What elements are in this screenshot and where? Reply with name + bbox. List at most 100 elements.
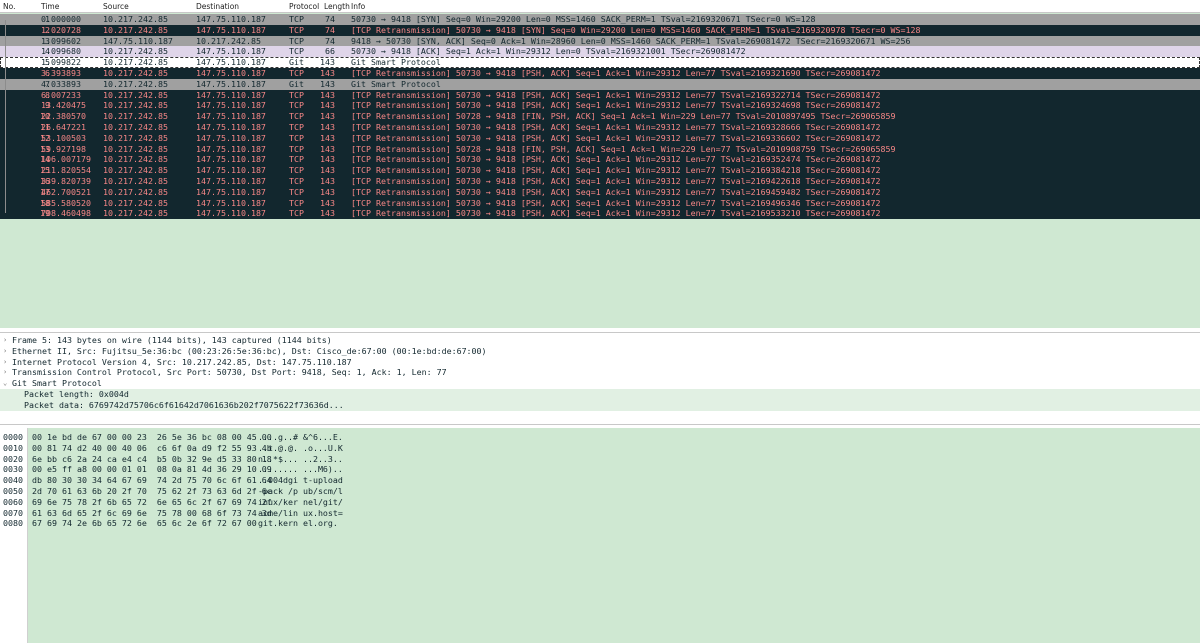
packet-row[interactable]: 7 4.033893 10.217.242.85 147.75.110.187 Git 1… [0,78,1200,90]
packet-row[interactable]: 5 1.099822 10.217.242.85 147.75.110.187 Git 1… [0,57,1200,68]
packet-row[interactable]: 6 3.393893 10.217.242.85 147.75.110.187 TCP 1… [0,67,1200,79]
conversation-bracket-line [5,20,6,213]
packet-details-pane[interactable]: › Frame 5: 143 bytes on wire (1144 bits),… [0,332,1200,425]
packet-time: 4.033893 [41,78,81,89]
packet-time: 1.099822 [41,57,81,68]
bytes-ascii[interactable]: n..*$... ..2..3.. [258,454,343,465]
bytes-offset[interactable]: 0050 [3,486,23,497]
packet-destination: 147.75.110.187 [196,186,266,197]
packet-protocol: TCP [289,35,304,46]
tree-expanded-icon[interactable]: ⌄ [3,378,7,389]
packet-row[interactable]: 11 26.647221 10.217.242.85 147.75.110.187 TC… [0,121,1200,133]
detail-field[interactable]: Packet data: 6769742d75706c6f61642d70616… [0,399,1200,411]
packet-source: 10.217.242.85 [103,78,168,89]
bytes-ascii[interactable]: inux/ker nel/git/ [258,497,343,508]
detail-text: Frame 5: 143 bytes on wire (1144 bits), … [12,335,332,345]
column-header-source[interactable]: Source [103,2,129,11]
detail-text: Git Smart Protocol [12,378,102,389]
detail-tree-item[interactable]: › Transmission Control Protocol, Src Port… [0,367,1200,378]
bytes-hex[interactable]: 67 69 74 2e 6b 65 72 6e 65 6c 2e 6f 72 6… [32,518,257,529]
bytes-ascii[interactable]: ..t.@.@. .o...U.K [258,443,343,454]
packet-row[interactable]: 10 22.380570 10.217.242.85 147.75.110.187 TC… [0,111,1200,122]
packet-protocol: TCP [289,14,304,24]
packet-destination: 147.75.110.187 [196,57,266,68]
packet-row[interactable]: 19 708.460498 10.217.242.85 147.75.110.187 T… [0,208,1200,220]
bytes-ascii[interactable]: ........ ...M6).. [258,464,343,475]
packet-time: 3.393893 [41,67,81,78]
packet-row[interactable]: 18 585.580520 10.217.242.85 147.75.110.187 T… [0,197,1200,209]
packet-destination: 147.75.110.187 [196,165,266,176]
bytes-offset[interactable]: 0060 [3,497,23,508]
column-header-protocol[interactable]: Protocol [289,2,319,11]
packet-row[interactable]: 2 1.020728 10.217.242.85 147.75.110.187 TCP 7… [0,24,1200,36]
packet-row[interactable]: 13 59.927198 10.217.242.85 147.75.110.187 TC… [0,143,1200,155]
packet-info: [TCP Retransmission] 50728 → 9418 [FIN, … [351,143,896,154]
bytes-ascii[interactable]: ....g..# &^6...E. [258,432,343,443]
detail-field[interactable]: Packet length: 0x004d [0,389,1200,400]
packet-row[interactable]: 9 13.420475 10.217.242.85 147.75.110.187 TCP… [0,100,1200,112]
packet-length: 66 [325,46,335,57]
tree-collapsed-icon[interactable]: › [3,367,7,378]
bytes-hex[interactable]: 61 63 6d 65 2f 6c 69 6e 75 78 00 68 6f 7… [32,508,272,519]
detail-tree-item[interactable]: › Internet Protocol Version 4, Src: 10.21… [0,357,1200,368]
packet-info: [TCP Retransmission] 50730 → 9418 [PSH, … [351,154,881,165]
column-header-time[interactable]: Time [41,2,59,11]
detail-tree-item[interactable]: › Frame 5: 143 bytes on wire (1144 bits),… [0,335,1200,346]
detail-tree-item[interactable]: › Ethernet II, Src: Fujitsu_5e:36:bc (00:… [0,346,1200,357]
packet-info: [TCP Retransmission] 50730 → 9418 [PSH, … [351,197,881,208]
packet-row[interactable]: 14 106.007179 10.217.242.85 147.75.110.187 T… [0,154,1200,166]
packet-length: 143 [320,132,335,143]
bytes-offset[interactable]: 0030 [3,464,23,475]
bytes-hex[interactable]: db 80 30 30 34 64 67 69 74 2d 75 70 6c 6… [32,475,272,486]
column-header-info[interactable]: Info [351,2,365,11]
column-header-destination[interactable]: Destination [196,2,239,11]
packet-row[interactable]: 4 1.099680 10.217.242.85 147.75.110.187 TCP 6… [0,46,1200,58]
bytes-hex[interactable]: 6e bb c6 2a 24 ca e4 c4 b5 0b 32 9e d5 3… [32,454,272,465]
packet-row[interactable]: 8 6.007233 10.217.242.85 147.75.110.187 TCP 1… [0,89,1200,101]
packet-row[interactable]: 1 0.000000 10.217.242.85 147.75.110.187 TCP 7… [0,14,1200,25]
packet-time: 0.000000 [41,14,81,24]
bytes-hex[interactable]: 00 e5 ff a8 00 00 01 01 08 0a 81 4d 36 2… [32,464,272,475]
bytes-offset[interactable]: 0080 [3,518,23,529]
packet-destination: 147.75.110.187 [196,208,266,219]
bytes-hex[interactable]: 69 6e 75 78 2f 6b 65 72 6e 65 6c 2f 67 6… [32,497,272,508]
packet-protocol: TCP [289,143,304,154]
bytes-hex[interactable]: 00 1e bd de 67 00 00 23 26 5e 36 bc 08 0… [32,432,272,443]
detail-text: Transmission Control Protocol, Src Port:… [12,367,447,378]
column-header-no[interactable]: No. [3,2,15,11]
packet-row[interactable]: 3 1.099602 147.75.110.187 10.217.242.85 TCP 7… [0,35,1200,47]
packet-row[interactable]: 16 339.820739 10.217.242.85 147.75.110.187 T… [0,175,1200,187]
packet-length: 143 [320,100,335,111]
packet-length: 143 [320,208,335,219]
packet-length: 143 [320,197,335,208]
packet-bytes-pane[interactable]: 0000 00 1e bd de 67 00 00 23 26 5e 36 bc … [0,428,1200,643]
bytes-ascii[interactable]: git.kern el.org. [258,518,338,529]
packet-length: 143 [320,175,335,186]
tree-collapsed-icon[interactable]: › [3,357,7,368]
tree-collapsed-icon[interactable]: › [3,335,7,346]
packet-row[interactable]: 17 462.700521 10.217.242.85 147.75.110.187 T… [0,186,1200,198]
packet-info: [TCP Retransmission] 50730 → 9418 [PSH, … [351,100,881,111]
packet-list-pane[interactable]: No. Time Source Destination Protocol Len… [0,0,1200,328]
bytes-offset[interactable]: 0070 [3,508,23,519]
detail-tree-item[interactable]: ⌄ Git Smart Protocol [0,378,1200,389]
packet-source: 10.217.242.85 [103,111,168,122]
packet-destination: 147.75.110.187 [196,78,266,89]
bytes-ascii[interactable]: -pack /p ub/scm/l [258,486,343,497]
bytes-offset[interactable]: 0010 [3,443,23,454]
bytes-offset[interactable]: 0040 [3,475,23,486]
bytes-hex[interactable]: 2d 70 61 63 6b 20 2f 70 75 62 2f 73 63 6… [32,486,272,497]
bytes-offset[interactable]: 0020 [3,454,23,465]
packet-source: 10.217.242.85 [103,197,168,208]
packet-info: [TCP Retransmission] 50730 → 9418 [SYN] … [351,24,921,35]
packet-row[interactable]: 12 53.100503 10.217.242.85 147.75.110.187 TC… [0,132,1200,144]
bytes-hex[interactable]: 00 81 74 d2 40 00 40 06 c6 6f 0a d9 f2 5… [32,443,272,454]
column-header-length[interactable]: Length [324,2,350,11]
packet-protocol: TCP [289,121,304,132]
bytes-offset[interactable]: 0000 [3,432,23,443]
tree-collapsed-icon[interactable]: › [3,346,7,357]
bytes-ascii[interactable]: ..004dgi t-upload [258,475,343,486]
packet-info: 9418 → 50730 [SYN, ACK] Seq=0 Ack=1 Win=… [351,35,911,46]
packet-row[interactable]: 15 211.820554 10.217.242.85 147.75.110.187 T… [0,165,1200,176]
bytes-ascii[interactable]: acme/lin ux.host= [258,508,343,519]
